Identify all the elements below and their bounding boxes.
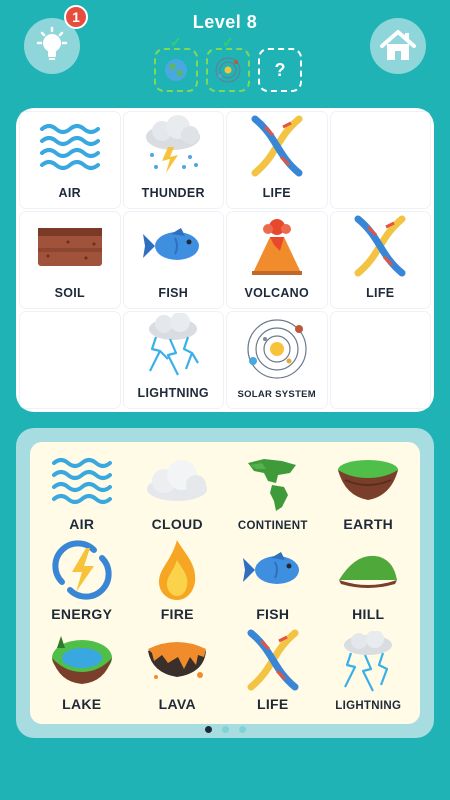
inventory-item[interactable]: LIGHTNING (321, 628, 417, 718)
cloud-icon (147, 460, 208, 501)
page-indicator (0, 726, 450, 733)
item-label: LIFE (256, 696, 289, 712)
lightning-icon (149, 313, 200, 376)
lava-icon (148, 642, 207, 679)
board-cell[interactable]: THUNDER (123, 112, 223, 208)
energy-icon (52, 540, 112, 600)
item-label: AIR (69, 516, 95, 532)
dna-icon (247, 629, 299, 691)
element-inventory: AIR CLOUD CONTINENT EARTH ENERGY FIRE FI… (16, 428, 434, 738)
check-icon: ✓ (222, 34, 234, 50)
soil-icon (37, 228, 102, 266)
cell-label: SOLAR SYSTEM (237, 389, 317, 400)
earth-icon (165, 59, 187, 81)
goal-slot-earth[interactable]: ✓ (154, 34, 198, 92)
board-cell[interactable]: LIGHTNING (123, 312, 223, 408)
item-label: FIRE (160, 606, 194, 622)
inventory-item[interactable]: HILL (321, 538, 417, 628)
cell-label: FISH (158, 286, 189, 300)
board-cell[interactable]: LIFE (330, 212, 430, 308)
item-label: CLOUD (151, 516, 203, 532)
item-label: LAKE (62, 696, 102, 712)
board-cell[interactable]: LIFE (227, 112, 327, 208)
solar-system-icon (247, 319, 307, 379)
page-dot[interactable] (221, 726, 229, 733)
inventory-item[interactable]: FIRE (130, 538, 226, 628)
item-label: ENERGY (51, 606, 113, 622)
board-cell[interactable]: SOLAR SYSTEM (227, 312, 327, 408)
dna-icon (354, 215, 406, 277)
inventory-item[interactable]: ENERGY (34, 538, 130, 628)
volcano-icon (251, 219, 302, 275)
board-cell[interactable]: SOIL (20, 212, 120, 308)
item-label: LAVA (158, 696, 196, 712)
item-label: HILL (352, 606, 385, 622)
inventory-item[interactable]: FISH (225, 538, 321, 628)
inventory-item[interactable]: AIR (34, 448, 130, 538)
inventory-item[interactable]: LIFE (225, 628, 321, 718)
fire-icon (159, 540, 196, 600)
home-button[interactable] (370, 18, 426, 74)
cell-label: LIFE (366, 286, 395, 300)
cell-label: AIR (58, 186, 81, 200)
inventory-item[interactable]: CLOUD (130, 448, 226, 538)
cell-label: SOIL (54, 286, 85, 300)
board-cell-empty[interactable] (20, 312, 120, 408)
cell-label: THUNDER (141, 186, 205, 200)
item-label: CONTINENT (237, 520, 308, 532)
board-cell[interactable]: AIR (20, 112, 120, 208)
inventory-item[interactable]: EARTH (321, 448, 417, 538)
lightning-icon (344, 631, 393, 692)
board-cell-empty[interactable] (330, 312, 430, 408)
air-icon (51, 458, 112, 504)
check-icon: ✓ (170, 34, 182, 50)
dna-icon (251, 115, 303, 177)
unknown-goal-label: ? (274, 59, 286, 80)
home-icon (380, 30, 416, 60)
page-dot[interactable] (238, 726, 246, 733)
item-label: EARTH (343, 516, 394, 532)
board-cell-empty[interactable] (330, 112, 430, 208)
goal-slot-solar-system[interactable]: ✓ (206, 34, 250, 92)
fish-icon (143, 228, 200, 260)
inventory-item[interactable]: LAVA (130, 628, 226, 718)
inventory-item[interactable]: CONTINENT (225, 448, 321, 538)
item-label: LIGHTNING (335, 700, 402, 712)
cell-label: LIFE (262, 186, 291, 200)
solar-system-icon (215, 57, 241, 83)
item-label: FISH (256, 606, 290, 622)
earth-island-icon (338, 460, 399, 500)
cell-label: VOLCANO (244, 286, 310, 300)
air-icon (39, 124, 100, 170)
continent-icon (247, 459, 296, 511)
hill-icon (339, 555, 398, 588)
goal-slot-unknown[interactable]: ? (258, 48, 302, 92)
goal-slots: ✓ ✓ ? (154, 34, 302, 92)
page-dot[interactable] (204, 726, 212, 733)
combination-board: AIR THUNDER LIFE SOIL FISH VOLCANO LIFE … (16, 108, 434, 412)
board-cell[interactable]: VOLCANO (227, 212, 327, 308)
cell-label: LIGHTNING (137, 386, 209, 400)
thunder-icon (146, 115, 201, 173)
board-cell[interactable]: FISH (123, 212, 223, 308)
lake-icon (51, 636, 112, 684)
fish-icon (242, 552, 299, 584)
inventory-item[interactable]: LAKE (34, 628, 130, 718)
